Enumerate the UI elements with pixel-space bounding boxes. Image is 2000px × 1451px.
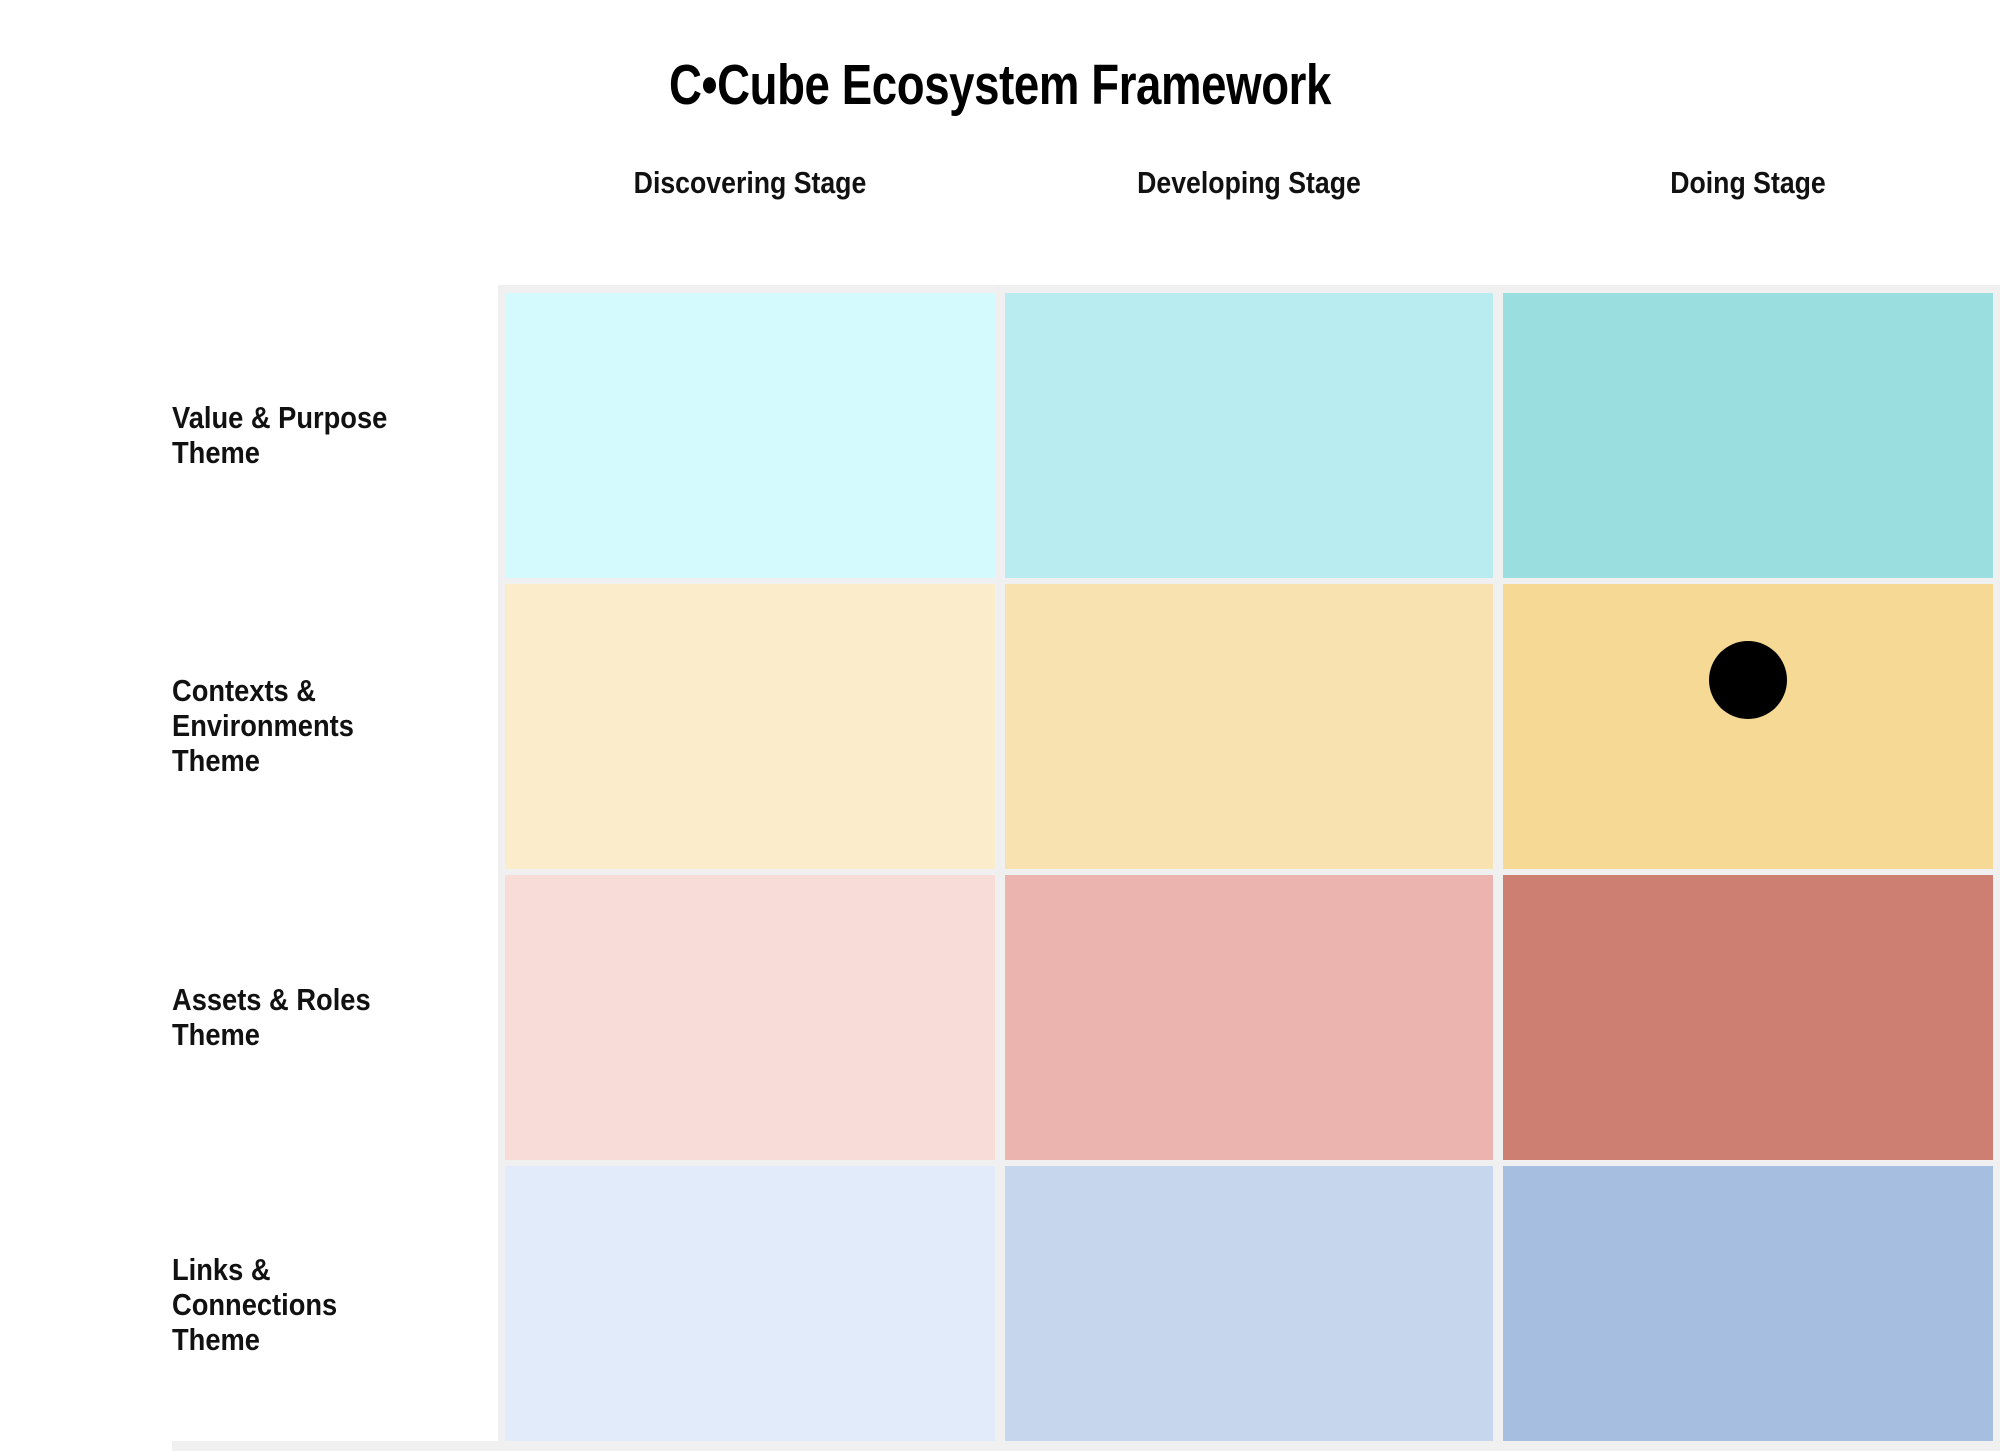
matrix-row: Links & Connections Theme	[0, 1166, 2000, 1445]
column-header-row: Discovering Stage Developing Stage Doing…	[0, 120, 2000, 285]
cell-contexts-environments-developing[interactable]	[1005, 584, 1493, 869]
framework-matrix: Discovering Stage Developing Stage Doing…	[0, 120, 2000, 1445]
matrix-row: Assets & Roles Theme	[0, 875, 2000, 1160]
cell-value-purpose-developing[interactable]	[1005, 293, 1493, 578]
position-marker-icon[interactable]	[1709, 641, 1787, 719]
matrix-row: Contexts & Environments Theme	[0, 584, 2000, 869]
row-label-cell-contexts-environments: Contexts & Environments Theme	[0, 584, 498, 869]
matrix-row: Value & Purpose Theme	[0, 293, 2000, 578]
cell-assets-roles-discovering[interactable]	[505, 875, 995, 1160]
cell-links-connections-discovering[interactable]	[505, 1166, 995, 1445]
row-label-text: Contexts & Environments Theme	[172, 673, 354, 778]
cell-contexts-environments-discovering[interactable]	[505, 584, 995, 869]
row-label-cell-value-purpose: Value & Purpose Theme	[0, 293, 498, 578]
cell-value-purpose-discovering[interactable]	[505, 293, 995, 578]
cell-contexts-environments-doing[interactable]	[1503, 584, 1993, 869]
row-label-cell-assets-roles: Assets & Roles Theme	[0, 875, 498, 1160]
row-label-text: Links & Connections Theme	[172, 1252, 338, 1357]
column-header-discovering-stage: Discovering Stage	[633, 165, 867, 200]
matrix-body: Value & Purpose Theme Contexts & Environ…	[0, 293, 2000, 1445]
cell-links-connections-doing[interactable]	[1503, 1166, 1993, 1445]
cell-links-connections-developing[interactable]	[1005, 1166, 1493, 1445]
row-label-text: Assets & Roles Theme	[172, 981, 371, 1052]
row-label-cell-links-connections: Links & Connections Theme	[0, 1166, 498, 1445]
cell-assets-roles-developing[interactable]	[1005, 875, 1493, 1160]
cell-assets-roles-doing[interactable]	[1503, 875, 1993, 1160]
bottom-edge-strip	[0, 1441, 2000, 1451]
row-label-text: Value & Purpose Theme	[172, 399, 388, 470]
page-title: C•Cube Ecosystem Framework	[669, 53, 1331, 118]
bottom-edge-strip-white	[0, 1441, 172, 1451]
cell-value-purpose-doing[interactable]	[1503, 293, 1993, 578]
column-header-doing-stage: Doing Stage	[1670, 165, 1826, 200]
column-header-developing-stage: Developing Stage	[1137, 165, 1361, 200]
